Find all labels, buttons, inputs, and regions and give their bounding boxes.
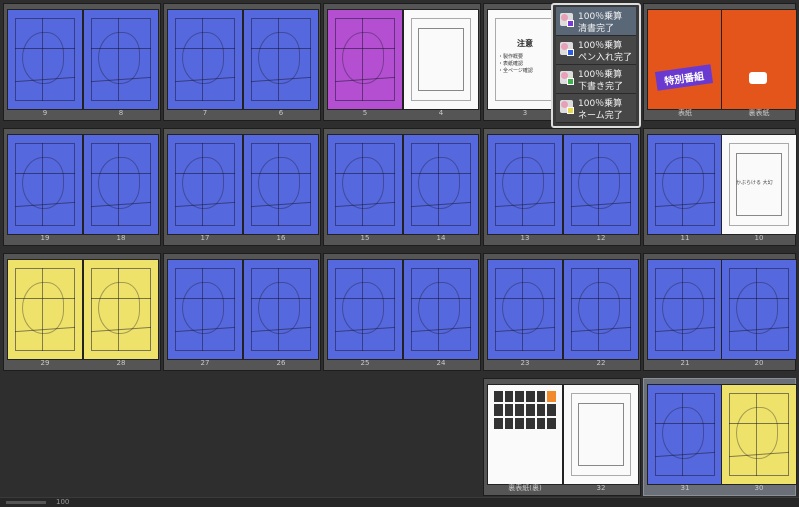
spread-19-18[interactable]: 19 18 — [3, 128, 161, 246]
zoom-slider[interactable] — [6, 501, 46, 504]
page-number: 11 — [680, 234, 690, 242]
page-number: 表紙 — [678, 109, 692, 117]
status-face-icon — [560, 13, 574, 27]
page-number: 22 — [596, 359, 606, 367]
page-number: 31 — [680, 484, 690, 492]
page-thumbnail[interactable] — [722, 260, 796, 359]
spread-29-28[interactable]: 29 28 — [3, 253, 161, 371]
spread-15-14[interactable]: 15 14 — [323, 128, 481, 246]
thumbnail-grid — [494, 391, 556, 429]
page-thumbnail[interactable] — [404, 135, 478, 234]
page-thumbnail[interactable] — [84, 260, 158, 359]
page-number: 25 — [360, 359, 370, 367]
status-face-icon — [560, 42, 574, 56]
page-thumbnail[interactable] — [168, 135, 242, 234]
page-number: 裏表紙(裏) — [508, 484, 542, 492]
page-number: 19 — [40, 234, 50, 242]
status-stage-label: 下書き完了 — [578, 82, 624, 92]
spread-23-22[interactable]: 23 22 — [483, 253, 641, 371]
spread-13-12[interactable]: 13 12 — [483, 128, 641, 246]
status-option-draft-done[interactable]: 100％乗算 下書き完了 — [556, 65, 636, 94]
spread-5-4[interactable]: 5 4 — [323, 3, 481, 121]
page-number: 32 — [596, 484, 606, 492]
spread-back-32[interactable]: 裏表紙(裏) 32 — [483, 378, 641, 496]
page-number: 7 — [202, 109, 208, 117]
page-thumbnail[interactable] — [328, 135, 402, 234]
zoom-level: 100 — [56, 498, 70, 506]
status-stage-label: 清書完了 — [578, 24, 615, 34]
cover-title: 特別番組 — [654, 64, 714, 91]
page-number: 10 — [754, 234, 764, 242]
page-number: 27 — [200, 359, 210, 367]
note-body: ・製作概要 ・表紙確認 ・全ページ確認 — [498, 54, 533, 74]
page-thumbnail[interactable] — [648, 385, 722, 484]
page-thumbnail[interactable] — [564, 260, 638, 359]
page-number: 21 — [680, 359, 690, 367]
page-number: 24 — [436, 359, 446, 367]
page-thumbnail[interactable] — [722, 10, 796, 109]
page-caption: かぶらける 大幻 — [736, 180, 773, 186]
page-thumbnail[interactable] — [404, 260, 478, 359]
page-thumbnail[interactable] — [84, 135, 158, 234]
page-thumbnail[interactable]: 特別番組 — [648, 10, 722, 109]
page-number: 9 — [42, 109, 48, 117]
page-thumbnail[interactable] — [648, 135, 722, 234]
page-thumbnail[interactable] — [488, 385, 562, 484]
work-status-popup: 100％乗算 清書完了 100％乗算 ペン入れ完了 100％乗算 下書き完了 1… — [551, 3, 641, 128]
page-number: 4 — [438, 109, 444, 117]
page-thumbnail[interactable] — [722, 385, 796, 484]
spread-27-26[interactable]: 27 26 — [163, 253, 321, 371]
spread-31-30[interactable]: 31 30 — [643, 378, 796, 496]
page-thumbnail[interactable] — [244, 10, 318, 109]
status-option-clean-done[interactable]: 100％乗算 清書完了 — [556, 7, 636, 36]
page-number: 18 — [116, 234, 126, 242]
page-thumbnail[interactable] — [244, 260, 318, 359]
page-thumbnail[interactable] — [8, 260, 82, 359]
page-thumbnail[interactable] — [404, 10, 478, 109]
page-thumbnail[interactable] — [328, 10, 402, 109]
status-face-icon — [560, 100, 574, 114]
page-number: 13 — [520, 234, 530, 242]
page-number: 23 — [520, 359, 530, 367]
page-thumbnail[interactable] — [8, 135, 82, 234]
page-thumbnail[interactable]: かぶらける 大幻 — [722, 135, 796, 234]
page-thumbnail[interactable] — [488, 260, 562, 359]
page-number: 30 — [754, 484, 764, 492]
page-number: 20 — [754, 359, 764, 367]
page-number: 12 — [596, 234, 606, 242]
page-thumbnail[interactable] — [648, 260, 722, 359]
page-thumbnail[interactable] — [564, 385, 638, 484]
page-number: 26 — [276, 359, 286, 367]
page-number: 5 — [362, 109, 368, 117]
page-number: 29 — [40, 359, 50, 367]
page-number: 14 — [436, 234, 446, 242]
page-thumbnail[interactable] — [244, 135, 318, 234]
status-stage-label: ネーム完了 — [578, 111, 623, 121]
spread-cover[interactable]: 特別番組 表紙 裏表紙 — [643, 3, 796, 121]
page-number: 28 — [116, 359, 126, 367]
page-thumbnail[interactable] — [84, 10, 158, 109]
page-number: 17 — [200, 234, 210, 242]
spread-25-24[interactable]: 25 24 — [323, 253, 481, 371]
page-thumbnail[interactable] — [168, 260, 242, 359]
page-thumbnail[interactable] — [564, 135, 638, 234]
spread-7-6[interactable]: 7 6 — [163, 3, 321, 121]
page-number: 8 — [118, 109, 124, 117]
status-option-pen-done[interactable]: 100％乗算 ペン入れ完了 — [556, 36, 636, 65]
page-thumbnail[interactable] — [488, 135, 562, 234]
spread-9-8[interactable]: 9 8 — [3, 3, 161, 121]
spread-11-10[interactable]: かぶらける 大幻 11 10 — [643, 128, 796, 246]
page-number: 15 — [360, 234, 370, 242]
page-number: 16 — [276, 234, 286, 242]
page-number: 6 — [278, 109, 284, 117]
page-number: 裏表紙 — [748, 109, 770, 117]
page-thumbnail[interactable] — [168, 10, 242, 109]
spread-17-16[interactable]: 17 16 — [163, 128, 321, 246]
status-option-name-done[interactable]: 100％乗算 ネーム完了 — [556, 94, 636, 123]
spread-21-20[interactable]: 21 20 — [643, 253, 796, 371]
page-thumbnail[interactable] — [8, 10, 82, 109]
status-face-icon — [560, 71, 574, 85]
page-thumbnail[interactable] — [328, 260, 402, 359]
status-stage-label: ペン入れ完了 — [578, 53, 633, 63]
